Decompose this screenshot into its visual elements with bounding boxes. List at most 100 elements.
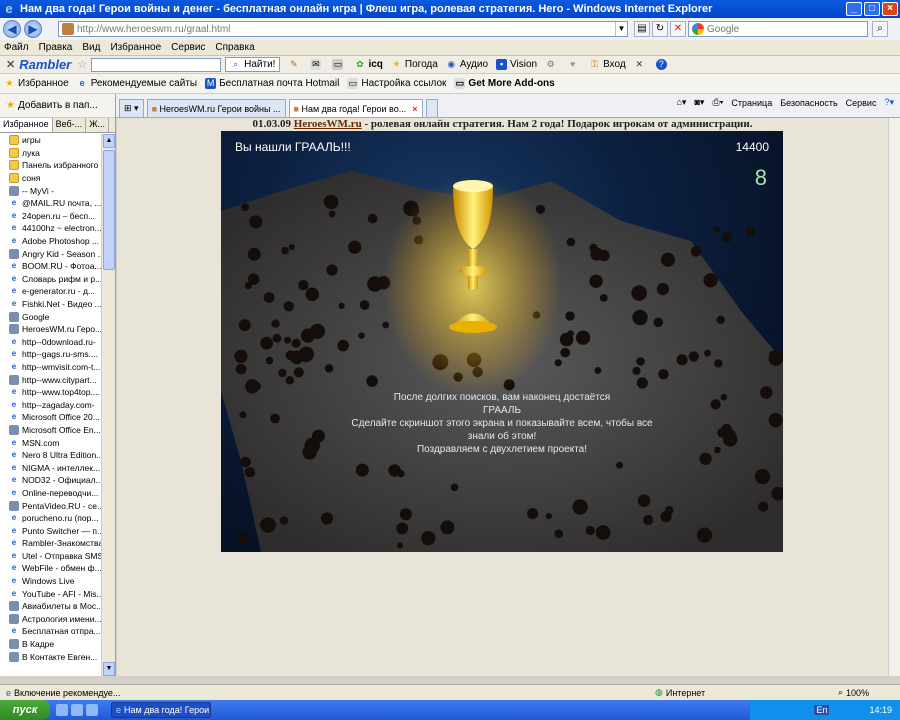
favorite-item[interactable]: e poruchenо.ru (пор... <box>0 512 102 525</box>
menu-favorites[interactable]: Избранное <box>110 42 161 53</box>
favorite-item[interactable]: лука <box>0 147 102 160</box>
add-to-favorites-button[interactable]: ★ Добавить в пап... <box>0 94 115 118</box>
menu-edit[interactable]: Правка <box>39 42 73 53</box>
favorite-item[interactable]: e http--gags.ru-sms.... <box>0 348 102 361</box>
favorite-item[interactable]: Авиабилеты в Мос... <box>0 600 102 613</box>
tab-graal[interactable]: ■ Нам два года! Герои во... × <box>288 99 423 117</box>
tab-heroes[interactable]: ■ HeroesWM.ru Герои войны ... <box>146 99 286 117</box>
rambler-search-input[interactable] <box>91 57 222 72</box>
favorite-item[interactable]: Microsoft Office En... <box>0 424 102 437</box>
favorite-item[interactable]: e Fishki.Net - Видео ... <box>0 298 102 311</box>
fav-link-customize[interactable]: ▭ Настройка ссылок <box>347 78 446 89</box>
forward-button[interactable]: ▶ <box>24 20 42 38</box>
banner-site-link[interactable]: HeroesWM.ru <box>294 118 362 130</box>
favorite-item[interactable]: e e-generator.ru - д... <box>0 285 102 298</box>
favorite-item[interactable]: e NIGMA - интеллек... <box>0 461 102 474</box>
favorite-item[interactable]: e Adobe Photoshop ... <box>0 235 102 248</box>
toolbar-close-icon[interactable]: ✕ <box>6 58 15 71</box>
rambler-logo[interactable]: Rambler <box>19 57 71 72</box>
fav-link-addons[interactable]: ▭ Get More Add-ons <box>454 78 555 89</box>
favorite-item[interactable]: e Punto Switcher — п... <box>0 524 102 537</box>
favorite-item[interactable]: e YouTube - AFI - Mis... <box>0 587 102 600</box>
menu-view[interactable]: Вид <box>82 42 100 53</box>
print-icon[interactable]: ⎙▾ <box>712 97 723 108</box>
quick-tabs-button[interactable]: ⊞ ▾ <box>119 99 144 117</box>
favorite-item[interactable]: e WebFile - обмен ф... <box>0 562 102 575</box>
panel-tab-history[interactable]: Ж... <box>86 118 109 132</box>
vision-button[interactable]: ▪ Vision <box>496 59 537 70</box>
taskbar-item-ie[interactable]: e Нам два года! Герои ... <box>111 702 211 718</box>
favorite-item[interactable]: Angry Kid - Season ... <box>0 247 102 260</box>
scroll-down-icon[interactable]: ▼ <box>103 662 115 676</box>
rambler-find-button[interactable]: ⌕ Найти! <box>225 57 281 72</box>
favorite-item[interactable]: e Windows Live <box>0 575 102 588</box>
quick-launch-desktop-icon[interactable] <box>71 704 83 716</box>
favorites-button[interactable]: ★ Избранное <box>4 78 68 89</box>
search-input[interactable] <box>707 23 857 35</box>
back-button[interactable]: ◀ <box>3 20 21 38</box>
favorite-item[interactable]: соня <box>0 172 102 185</box>
favorite-item[interactable]: e 44100hz ~ electron... <box>0 222 102 235</box>
cmd-security[interactable]: Безопасность <box>780 98 837 108</box>
close-button[interactable]: × <box>882 2 898 16</box>
favorites-scrollbar[interactable]: ▲ ▼ <box>101 134 115 676</box>
mail-button[interactable]: ✉ <box>310 59 324 70</box>
maximize-button[interactable]: □ <box>864 2 880 16</box>
fav-link-suggested[interactable]: e Рекомендуемые сайты <box>77 78 197 89</box>
menu-help[interactable]: Справка <box>215 42 254 53</box>
favorite-item[interactable]: e BOOM.RU - Фотоа... <box>0 260 102 273</box>
star-icon[interactable]: ☆ <box>77 58 87 71</box>
favorite-item[interactable]: PentaVideo.RU - се... <box>0 499 102 512</box>
favorite-item[interactable]: e http--wmvisit.com-t... <box>0 361 102 374</box>
panel-tab-feeds[interactable]: Веб-... <box>53 118 87 132</box>
address-dropdown-icon[interactable]: ▼ <box>615 22 627 36</box>
weather-button[interactable]: ☀ Погода <box>391 59 437 70</box>
cmd-help-icon[interactable]: ?▾ <box>884 97 894 108</box>
fav-link-hotmail[interactable]: M Бесплатная почта Hotmail <box>205 78 339 89</box>
feeds-icon[interactable]: ◙▾ <box>694 97 704 108</box>
favorite-item[interactable]: Панель избранного <box>0 159 102 172</box>
favorite-item[interactable]: e http--zagaday.com- <box>0 398 102 411</box>
new-tab-button[interactable] <box>425 99 439 117</box>
flash-game[interactable]: Вы нашли ГРААЛЬ!!! 14400 8 После долгих … <box>221 131 783 552</box>
page-scrollbar[interactable] <box>888 118 900 676</box>
home-icon[interactable]: ⌂▾ <box>677 97 687 108</box>
help-button[interactable]: ? <box>655 59 670 70</box>
tools-button[interactable]: ⚙ <box>545 59 559 70</box>
login-button[interactable]: ⚿ Вход <box>589 59 626 70</box>
quick-launch-ie-icon[interactable] <box>56 704 68 716</box>
favorite-item[interactable]: -- MyVi - <box>0 184 102 197</box>
favorite-item[interactable]: В Кадре <box>0 638 102 651</box>
quick-launch-media-icon[interactable] <box>86 704 98 716</box>
favorite-item[interactable]: e http--0download.ru- <box>0 336 102 349</box>
tab-close-icon[interactable]: × <box>412 104 417 114</box>
favorite-item[interactable]: http--www.citypart... <box>0 373 102 386</box>
favorite-item[interactable]: e NOD32 - Официал... <box>0 474 102 487</box>
favorite-item[interactable]: e @MAIL.RU почта, ... <box>0 197 102 210</box>
minimize-button[interactable]: _ <box>846 2 862 16</box>
news-button[interactable]: ▭ <box>332 59 346 70</box>
icq-button[interactable]: ✿ icq <box>354 59 383 70</box>
audio-button[interactable]: ◉ Аудио <box>446 59 488 70</box>
panel-tab-favorites[interactable]: Избранное <box>0 118 53 132</box>
favorite-item[interactable]: e http--www.top4top.... <box>0 386 102 399</box>
search-button[interactable]: ⌕ <box>872 21 888 37</box>
scroll-up-icon[interactable]: ▲ <box>103 134 115 148</box>
address-bar[interactable]: http://www.heroeswm.ru/graal.html ▼ <box>58 21 628 37</box>
start-button[interactable]: пуск <box>0 700 50 720</box>
menu-file[interactable]: Файл <box>4 42 29 53</box>
favorite-item[interactable]: e Бесплатная отпра... <box>0 625 102 638</box>
favorite-item[interactable]: e 24open.ru – бесп... <box>0 210 102 223</box>
pencil-button[interactable]: ✎ <box>288 59 302 70</box>
favorite-item[interactable]: Google <box>0 310 102 323</box>
favorite-item[interactable]: e MSN.com <box>0 436 102 449</box>
favorite-item[interactable]: Астрология имени... <box>0 613 102 626</box>
refresh-button[interactable]: ↻ <box>652 21 668 37</box>
favorite-item[interactable]: e Microsoft Office 20... <box>0 411 102 424</box>
search-box[interactable] <box>688 21 868 37</box>
scroll-thumb[interactable] <box>103 150 115 270</box>
compat-view-icon[interactable]: ▤ <box>634 21 650 37</box>
favorite-item[interactable]: В Контакте Евген... <box>0 650 102 663</box>
menu-tools[interactable]: Сервис <box>171 42 205 53</box>
favorite-item[interactable]: игры <box>0 134 102 147</box>
